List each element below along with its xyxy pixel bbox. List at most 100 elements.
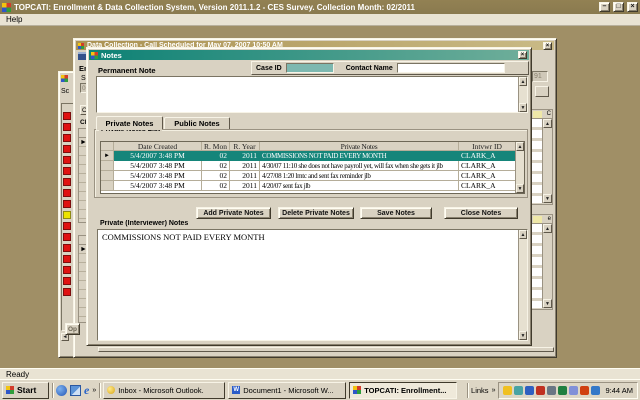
cell-ryear[interactable]: 2011 <box>230 161 260 171</box>
case-id-input[interactable] <box>286 63 334 73</box>
task-button-outlook[interactable]: Inbox - Microsoft Outlook. <box>103 382 225 399</box>
tab-private-notes[interactable]: Private Notes <box>96 116 163 130</box>
cell-rmon[interactable]: 02 <box>202 151 230 161</box>
minimize-icon[interactable]: – <box>599 2 610 12</box>
cell-ryear[interactable]: 2011 <box>230 181 260 191</box>
col-private-notes[interactable]: Private Notes <box>260 142 459 151</box>
links-chevron-icon[interactable]: » <box>492 387 496 394</box>
quick-launch-chevron-icon[interactable]: » <box>92 387 96 394</box>
cell-date[interactable]: 5/4/2007 3:48 PM <box>114 161 202 171</box>
scroll-down-icon[interactable]: ▼ <box>519 331 527 340</box>
scroll-up-icon[interactable]: ▲ <box>519 230 527 239</box>
close-notes-button[interactable]: Close Notes <box>444 207 518 219</box>
cell-note[interactable]: 4/20/07 sent fax jlb <box>260 181 459 191</box>
notes-client: Case ID Contact Name Permanent Note ▲ ▼ … <box>89 60 529 343</box>
scroll-down-icon[interactable]: ▼ <box>516 184 524 193</box>
col-r-mon[interactable]: R. Mon <box>202 142 230 151</box>
permanent-note-scrollbar[interactable]: ▲ ▼ <box>518 77 527 112</box>
permanent-note-box[interactable]: ▲ ▼ <box>96 76 528 113</box>
scroll-up-icon[interactable]: ▲ <box>543 224 552 233</box>
start-button[interactable]: Start <box>2 382 49 399</box>
private-notes-grid[interactable]: Date Created R. Mon R. Year Private Note… <box>100 141 525 194</box>
outlook-inbox-icon <box>107 386 115 394</box>
quick-launch-media-icon[interactable] <box>56 385 67 396</box>
maximize-icon[interactable]: □ <box>613 2 624 12</box>
notes-window-icon <box>91 52 98 59</box>
cell-ryear[interactable]: 2011 <box>230 171 260 181</box>
contact-name-input[interactable] <box>397 63 505 73</box>
cell-rmon[interactable]: 02 <box>202 171 230 181</box>
data-collection-close-icon[interactable]: × <box>543 42 552 50</box>
cell-note[interactable]: COMMISSIONS NOT PAID EVERY MONTH <box>260 151 459 161</box>
scroll-up-icon[interactable]: ▲ <box>516 142 524 151</box>
grid-row[interactable]: 5/4/2007 3:48 PM 02 2011 4/20/07 sent fa… <box>101 181 515 191</box>
notes-titlebar: Notes × <box>89 50 529 60</box>
topcati-app-icon <box>2 3 11 12</box>
scroll-up-icon[interactable]: ▲ <box>519 77 527 86</box>
task-label: Inbox - Microsoft Outlook. <box>118 386 203 395</box>
tray-icon[interactable] <box>514 386 523 395</box>
tray-icon[interactable] <box>580 386 589 395</box>
tray-icon[interactable] <box>591 386 600 395</box>
col-date-created[interactable]: Date Created <box>114 142 202 151</box>
cell-note[interactable]: 4/27/08 1:20 lmtc and sent fax reminder … <box>260 171 459 181</box>
cell-rmon[interactable]: 02 <box>202 181 230 191</box>
task-button-word[interactable]: W Document1 - Microsoft W... <box>228 382 346 399</box>
close-icon[interactable]: × <box>627 2 638 12</box>
task-button-topcati[interactable]: TOPCATI: Enrollment... <box>349 382 457 399</box>
tray-icon[interactable] <box>503 386 512 395</box>
col-r-year[interactable]: R. Year <box>230 142 260 151</box>
menu-help[interactable]: Help <box>6 15 22 24</box>
interviewer-notes-label: Private (Interviewer) Notes <box>100 220 188 227</box>
tray-icon[interactable] <box>558 386 567 395</box>
case-status-dot <box>63 255 71 263</box>
permanent-note-text[interactable] <box>97 77 518 112</box>
scroll-down-icon[interactable]: ▼ <box>519 103 527 112</box>
case-status-dot <box>63 189 71 197</box>
case-status-dot <box>63 233 71 241</box>
cell-ryear[interactable]: 2011 <box>230 151 260 161</box>
col-intvwr-id[interactable]: Intvwr ID <box>459 142 515 151</box>
cell-date[interactable]: 5/4/2007 3:48 PM <box>114 181 202 191</box>
quick-launch-outlook-icon[interactable] <box>70 385 81 396</box>
interviewer-notes-text[interactable]: COMMISSIONS NOT PAID EVERY MONTH <box>98 230 518 340</box>
grid-row[interactable]: 5/4/2007 3:48 PM 02 2011 4/30/07 11:10 s… <box>101 161 515 171</box>
scroll-down-icon[interactable]: ▼ <box>543 299 552 308</box>
save-icon[interactable] <box>78 52 86 60</box>
tray-icon[interactable] <box>525 386 534 395</box>
scroll-down-icon[interactable]: ▼ <box>543 194 552 203</box>
scroll-up-icon[interactable]: ▲ <box>543 119 552 128</box>
tray-icon[interactable] <box>569 386 578 395</box>
cell-date[interactable]: 5/4/2007 3:48 PM <box>114 171 202 181</box>
tray-icon[interactable] <box>547 386 556 395</box>
cell-rmon[interactable]: 02 <box>202 161 230 171</box>
links-toolbar-label[interactable]: Links <box>471 386 489 395</box>
delete-private-notes-button[interactable]: Delete Private Notes <box>278 207 354 219</box>
cell-intvwr[interactable]: CLARK_A <box>459 151 515 161</box>
interviewer-notes-scrollbar[interactable]: ▲ ▼ <box>518 230 527 340</box>
grid-header-row: Date Created R. Mon R. Year Private Note… <box>101 142 515 151</box>
add-private-notes-button[interactable]: Add Private Notes <box>196 207 271 219</box>
right-grid-2[interactable]: e ▲ ▼ <box>531 214 553 310</box>
notes-window[interactable]: Notes × Case ID Contact Name Permanent N… <box>86 47 532 346</box>
right-grid-1[interactable]: C ▲ ▼ <box>531 109 553 205</box>
right-small-button[interactable] <box>535 86 549 97</box>
internet-explorer-icon[interactable]: e <box>84 385 89 396</box>
cell-note[interactable]: 4/30/07 11:10 she does not have payroll … <box>260 161 459 171</box>
grid-row-selected[interactable]: ► 5/4/2007 3:48 PM 02 2011 COMMISSIONS N… <box>101 151 515 161</box>
taskbar-divider <box>52 383 53 398</box>
save-notes-button[interactable]: Save Notes <box>360 207 432 219</box>
notes-close-icon[interactable]: × <box>518 51 527 59</box>
cell-intvwr[interactable]: CLARK_A <box>459 171 515 181</box>
case-status-dot-active <box>63 211 71 219</box>
cell-intvwr[interactable]: CLARK_A <box>459 181 515 191</box>
cell-date[interactable]: 5/4/2007 3:48 PM <box>114 151 202 161</box>
start-label: Start <box>17 385 36 395</box>
grid-row[interactable]: 5/4/2007 3:48 PM 02 2011 4/27/08 1:20 lm… <box>101 171 515 181</box>
main-window-titlebar: TOPCATI: Enrollment & Data Collection Sy… <box>0 0 640 14</box>
grid-scrollbar[interactable]: ▲ ▼ <box>515 142 524 193</box>
options-button[interactable]: Op <box>65 323 80 335</box>
cell-intvwr[interactable]: CLARK_A <box>459 161 515 171</box>
tray-icon[interactable] <box>536 386 545 395</box>
interviewer-notes-box[interactable]: COMMISSIONS NOT PAID EVERY MONTH ▲ ▼ <box>97 229 528 341</box>
